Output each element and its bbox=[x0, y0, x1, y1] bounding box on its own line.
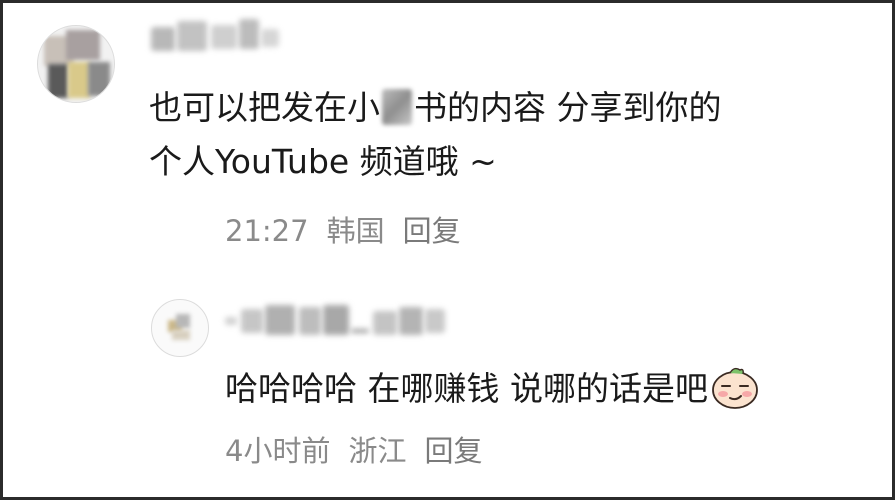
reply-meta: 4小时前 浙江 回复 bbox=[225, 433, 482, 469]
comment-location: 韩国 bbox=[326, 214, 385, 248]
avatar-pixel bbox=[176, 314, 190, 328]
avatar-pixel bbox=[88, 62, 110, 96]
reply-button[interactable]: 回复 bbox=[403, 214, 461, 248]
comment-meta: 21:27 韩国 回复 bbox=[225, 213, 461, 249]
reply-location: 浙江 bbox=[348, 434, 407, 468]
avatar-pixel bbox=[66, 30, 100, 60]
reply-avatar[interactable] bbox=[151, 299, 209, 357]
comment-text: 也可以把发在小 书的内容 分享到你的 个人YouTube 频道哦 ~ bbox=[149, 81, 722, 189]
avatar-pixel bbox=[48, 64, 68, 98]
comment-line-1-start: 也可以把发在小 bbox=[149, 88, 380, 127]
reply-text: 哈哈哈哈 在哪赚钱 说哪的话是吧 bbox=[225, 362, 760, 416]
commenter-name-masked[interactable] bbox=[151, 17, 281, 55]
masked-character bbox=[382, 89, 412, 125]
smirk-face-emoji-icon bbox=[710, 364, 760, 410]
comment-thread-screenshot: 也可以把发在小 书的内容 分享到你的 个人YouTube 频道哦 ~ 21:27 韩… bbox=[0, 0, 895, 500]
comment-line-2: 个人YouTube 频道哦 ~ bbox=[149, 142, 497, 181]
avatar-pixel bbox=[68, 62, 90, 98]
comment-line-1-end: 书的内容 分享到你的 bbox=[414, 88, 722, 127]
avatar-pixel bbox=[172, 330, 190, 340]
reply-text-body: 哈哈哈哈 在哪赚钱 说哪的话是吧 bbox=[225, 369, 708, 408]
reply-name-masked[interactable] bbox=[225, 303, 447, 339]
reply-button[interactable]: 回复 bbox=[424, 434, 482, 468]
comment-line-1: 也可以把发在小 书的内容 分享到你的 bbox=[149, 81, 722, 135]
reply-time: 4小时前 bbox=[225, 434, 331, 468]
comment-time: 21:27 bbox=[225, 214, 309, 248]
commenter-avatar[interactable] bbox=[37, 25, 115, 103]
